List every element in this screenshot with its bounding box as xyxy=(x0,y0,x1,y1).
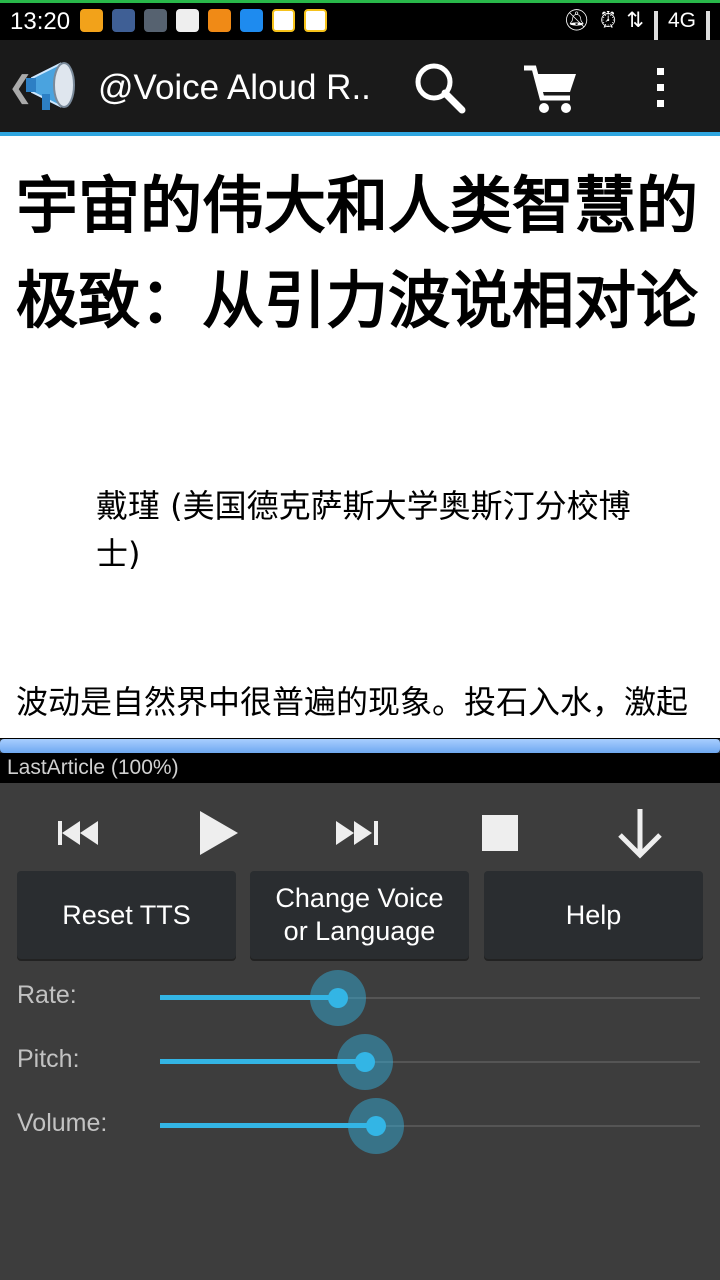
volume-slider[interactable] xyxy=(160,1098,700,1154)
article-title: 宇宙的伟大和人类智慧的极致：从引力波说相对论 xyxy=(16,169,699,337)
change-voice-button[interactable]: Change Voice or Language xyxy=(250,871,469,959)
signal-icon xyxy=(653,10,658,55)
previous-icon[interactable] xyxy=(40,793,120,873)
data-arrows-icon: ⇅ xyxy=(626,9,644,32)
rate-label: Rate: xyxy=(17,981,77,1009)
checklist-icon xyxy=(304,9,327,32)
pitch-label: Pitch: xyxy=(17,1045,80,1073)
action-bar: ❮ @Voice Aloud R.. xyxy=(0,40,720,132)
progress-label: LastArticle (100%) xyxy=(0,753,720,783)
megaphone-icon[interactable] xyxy=(24,56,90,116)
reading-progress-bar xyxy=(0,739,720,753)
status-time: 13:20 xyxy=(10,8,71,35)
alarm-icon: ⏰︎ xyxy=(599,8,617,32)
app-icon xyxy=(144,9,167,32)
article-author: 戴瑾 (美国德克萨斯大学奥斯汀分校博士) xyxy=(96,487,631,573)
checklist-icon xyxy=(272,9,295,32)
clock-icon xyxy=(240,9,263,32)
network-type: 4G xyxy=(667,8,696,32)
stop-icon[interactable] xyxy=(460,793,540,873)
pitch-slider[interactable] xyxy=(160,1034,700,1090)
mail-icon xyxy=(80,9,103,32)
pitch-slider-row: Pitch: xyxy=(0,1031,720,1095)
overflow-menu-icon[interactable] xyxy=(630,58,690,118)
progress-fill xyxy=(0,739,720,753)
rate-slider-row: Rate: xyxy=(0,967,720,1031)
app-title: @Voice Aloud R.. xyxy=(98,68,371,107)
status-bar: 13:20 🔕︎ ⏰︎ ⇅ 4G xyxy=(0,0,720,55)
volume-slider-row: Volume: xyxy=(0,1095,720,1159)
reset-tts-button[interactable]: Reset TTS xyxy=(17,871,236,959)
pitch-slider-fill xyxy=(160,1059,366,1064)
volume-slider-fill xyxy=(160,1123,376,1128)
system-icons: 🔕︎ ⏰︎ ⇅ 4G xyxy=(563,8,710,55)
playback-panel: Reset TTS Change Voice or Language Help … xyxy=(0,783,720,1280)
volume-label: Volume: xyxy=(17,1109,108,1137)
volume-slider-thumb[interactable] xyxy=(366,1116,386,1136)
mail-icon xyxy=(176,9,199,32)
alarm-muted-icon: 🔕︎ xyxy=(563,8,590,32)
collapse-down-icon[interactable] xyxy=(600,793,680,873)
rate-slider[interactable] xyxy=(160,970,700,1026)
notification-icons xyxy=(80,9,327,32)
next-icon[interactable] xyxy=(320,793,400,873)
article-view[interactable]: 宇宙的伟大和人类智慧的极致：从引力波说相对论 戴瑾 (美国德克萨斯大学奥斯汀分校… xyxy=(0,136,720,738)
article-paragraph: 波动是自然界中很普遍的现象。投石入水，激起 xyxy=(16,683,689,721)
signal-icon xyxy=(706,10,710,55)
chat-icon xyxy=(208,9,231,32)
help-button[interactable]: Help xyxy=(484,871,703,959)
search-icon[interactable] xyxy=(410,58,470,118)
app-icon xyxy=(112,9,135,32)
cart-icon[interactable] xyxy=(520,58,580,118)
play-icon[interactable] xyxy=(178,793,258,873)
